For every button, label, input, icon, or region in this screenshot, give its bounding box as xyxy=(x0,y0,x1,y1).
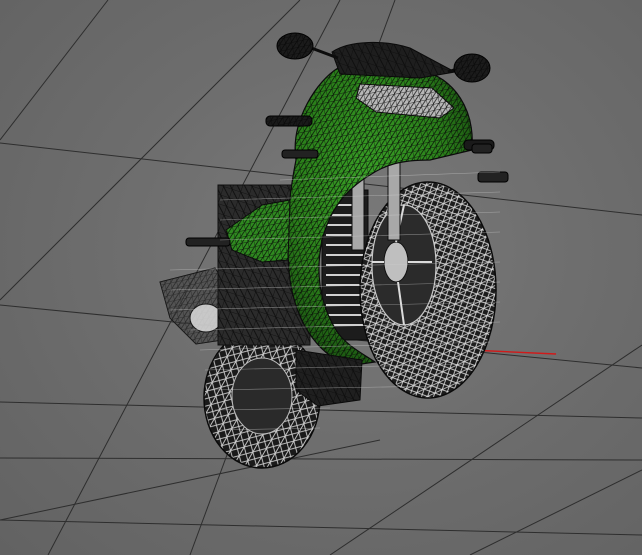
motorcycle-model[interactable] xyxy=(159,32,509,469)
front-wheel[interactable] xyxy=(359,181,497,399)
belly-pan xyxy=(295,349,363,407)
3d-viewport[interactable] xyxy=(0,0,642,555)
rear-wheel[interactable] xyxy=(203,327,321,469)
right-mirror xyxy=(447,53,491,83)
left-mirror xyxy=(276,32,339,60)
windscreen xyxy=(331,41,457,79)
viewport-canvas[interactable] xyxy=(0,0,642,555)
footpeg-right xyxy=(471,143,509,183)
